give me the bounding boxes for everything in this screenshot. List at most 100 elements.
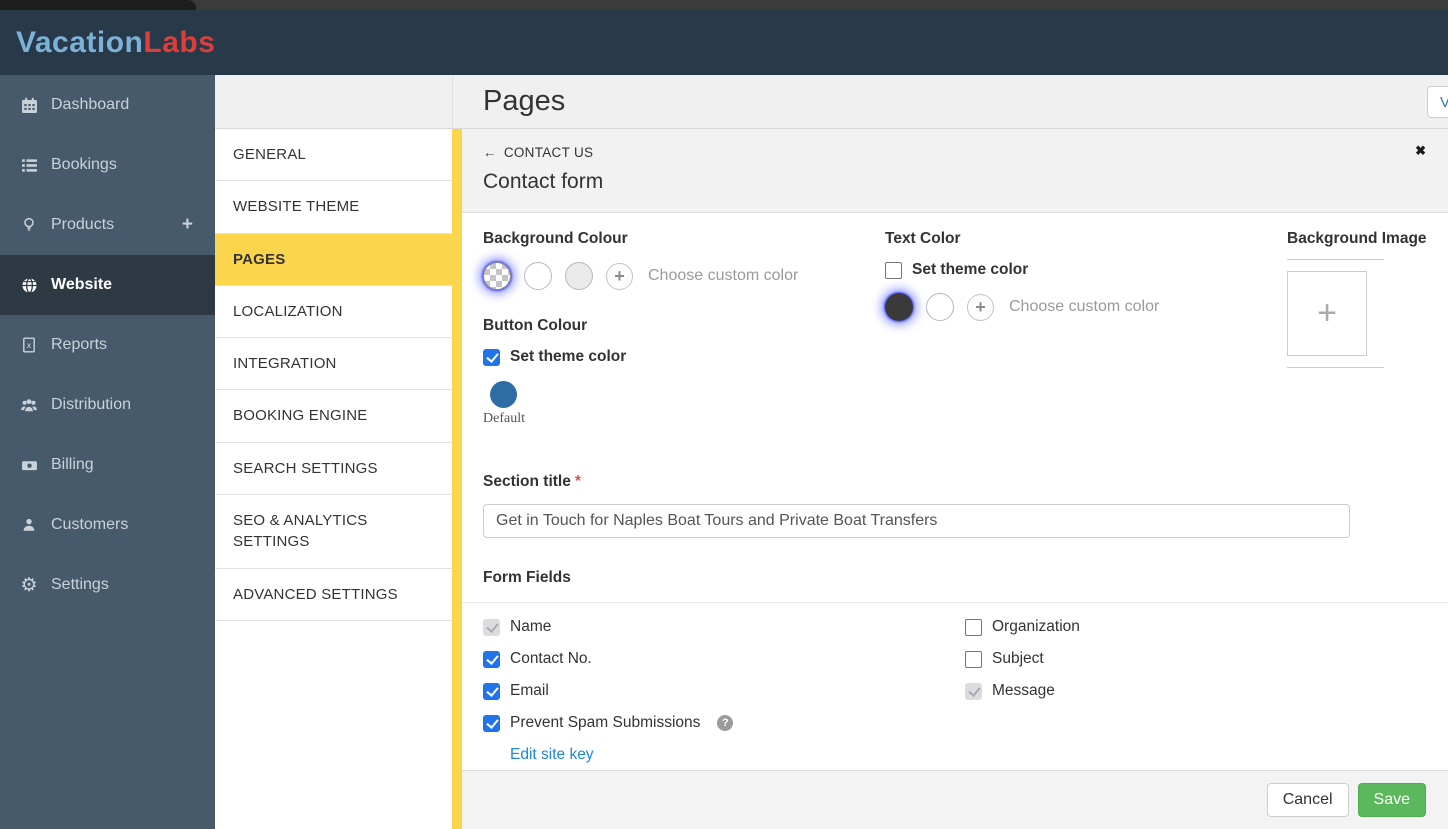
view-website-button[interactable]: V — [1427, 86, 1448, 118]
view-website-label: V — [1440, 93, 1448, 111]
set-theme-color-checkbox[interactable] — [885, 261, 902, 279]
field-row-prevent-spam: Prevent Spam Submissions ? — [483, 714, 965, 732]
button-colour-label: Button Colour — [483, 317, 588, 334]
section-title-label: Section title * — [483, 473, 581, 490]
plus-icon: + — [1317, 294, 1337, 332]
cancel-button[interactable]: Cancel — [1266, 783, 1349, 817]
logo-text-vacation: Vacation — [16, 25, 144, 59]
tab-label: SEARCH SETTINGS — [233, 459, 378, 477]
add-product-icon[interactable]: + — [182, 214, 199, 236]
tab-label: SEO & ANALYTICS SETTINGS — [233, 512, 368, 551]
contact-no-checkbox[interactable] — [483, 650, 500, 668]
swatch-dark[interactable] — [885, 293, 913, 321]
text-color-swatches: + Choose custom color — [885, 293, 1287, 321]
globe-icon — [16, 277, 42, 294]
field-row-message: Message — [965, 682, 1080, 700]
close-icon[interactable]: ✖ — [1415, 143, 1426, 159]
panel-title: Contact form — [483, 170, 604, 193]
choose-custom-color-label[interactable]: Choose custom color — [1009, 298, 1159, 316]
browser-tab-edge — [0, 0, 196, 10]
sidebar-item-label: Website — [51, 276, 113, 293]
field-label: Subject — [992, 650, 1044, 667]
choose-custom-color-label[interactable]: Choose custom color — [648, 267, 798, 285]
divider — [462, 602, 1448, 603]
field-label: Message — [992, 682, 1055, 699]
tab-seo-analytics-settings[interactable]: SEO & ANALYTICS SETTINGS — [215, 495, 452, 569]
list-icon — [16, 157, 42, 174]
tab-pages[interactable]: PAGES — [215, 233, 452, 286]
report-file-icon: x — [16, 337, 42, 353]
section-title-input[interactable] — [483, 504, 1350, 538]
money-icon — [16, 457, 42, 474]
background-colour-swatches: + Choose custom color — [483, 262, 885, 290]
sidebar-item-website[interactable]: Website — [0, 255, 215, 315]
accent-stripe — [452, 75, 462, 829]
tab-website-theme[interactable]: WEBSITE THEME — [215, 181, 452, 234]
back-to-contact-us-link[interactable]: ← CONTACT US — [483, 145, 593, 160]
field-label: Name — [510, 618, 552, 635]
field-row-organization: Organization — [965, 618, 1080, 636]
theme-default-color-swatch[interactable] — [490, 381, 517, 408]
swatch-white[interactable] — [524, 262, 552, 290]
organization-checkbox[interactable] — [965, 618, 982, 636]
sidebar-item-label: Reports — [51, 336, 108, 353]
tab-label: BOOKING ENGINE — [233, 407, 368, 425]
tab-localization[interactable]: LOCALIZATION — [215, 285, 452, 339]
tab-label: ADVANCED SETTINGS — [233, 585, 398, 603]
tab-label: WEBSITE THEME — [233, 198, 360, 216]
add-color-icon[interactable]: + — [606, 262, 633, 290]
sidebar-item-label: Products — [51, 216, 115, 233]
tab-booking-engine[interactable]: BOOKING ENGINE — [215, 390, 452, 443]
back-label: CONTACT US — [503, 145, 594, 160]
background-image-label: Background Image — [1287, 230, 1427, 247]
contact-form-editor: Background Colour + Choose custom color … — [462, 213, 1448, 770]
sidebar-item-label: Distribution — [51, 396, 132, 413]
required-asterisk: * — [574, 473, 581, 490]
sidebar-item-products[interactable]: Products + — [0, 195, 215, 255]
sidebar-item-label: Bookings — [51, 156, 117, 173]
swatch-transparent[interactable] — [483, 262, 511, 290]
field-label: Email — [510, 682, 549, 699]
sidebar-item-customers[interactable]: Customers — [0, 495, 215, 555]
text-color-set-theme-row: Set theme color — [885, 261, 1287, 279]
top-bar: VacationLabs — [0, 10, 1448, 75]
tab-advanced-settings[interactable]: ADVANCED SETTINGS — [215, 568, 452, 621]
contact-form-panel-header: ← CONTACT US Contact form ✖ — [462, 129, 1448, 213]
sidebar-item-billing[interactable]: Billing — [0, 435, 215, 495]
help-icon[interactable]: ? — [717, 715, 734, 731]
website-submenu: GENERAL WEBSITE THEME PAGES LOCALIZATION… — [215, 75, 452, 829]
vacationlabs-logo[interactable]: VacationLabs — [16, 26, 215, 60]
main-sidebar: Dashboard Bookings Products + Website x … — [0, 75, 215, 829]
set-theme-color-label: Set theme color — [912, 261, 1029, 278]
sidebar-item-settings[interactable]: ⚙ Settings — [0, 555, 215, 615]
set-theme-color-checkbox[interactable] — [483, 348, 500, 366]
back-arrow-icon: ← — [483, 145, 497, 160]
add-color-icon[interactable]: + — [967, 293, 994, 321]
tab-search-settings[interactable]: SEARCH SETTINGS — [215, 442, 452, 496]
swatch-white[interactable] — [926, 293, 954, 321]
name-checkbox — [483, 618, 500, 636]
button-colour-set-theme-row: Set theme color — [483, 348, 885, 366]
sidebar-item-reports[interactable]: x Reports — [0, 315, 215, 375]
logo-text-labs: Labs — [143, 25, 216, 59]
sidebar-item-label: Settings — [51, 576, 109, 593]
tab-integration[interactable]: INTEGRATION — [215, 338, 452, 391]
sidebar-item-label: Billing — [51, 456, 94, 473]
sidebar-item-distribution[interactable]: Distribution — [0, 375, 215, 435]
text-color-label: Text Color — [885, 230, 961, 247]
stripe-header-spacer — [452, 75, 462, 129]
edit-site-key-link[interactable]: Edit site key — [510, 746, 594, 764]
field-label: Contact No. — [510, 650, 592, 667]
tab-general[interactable]: GENERAL — [215, 129, 452, 182]
sidebar-item-dashboard[interactable]: Dashboard — [0, 75, 215, 135]
subject-checkbox[interactable] — [965, 650, 982, 668]
sidebar-item-label: Customers — [51, 516, 129, 533]
background-image-upload[interactable]: + — [1287, 271, 1367, 356]
calendar-icon — [16, 97, 42, 114]
swatch-light-gray[interactable] — [565, 262, 593, 290]
email-checkbox[interactable] — [483, 682, 500, 700]
field-label: Organization — [992, 618, 1080, 635]
prevent-spam-checkbox[interactable] — [483, 714, 500, 732]
sidebar-item-bookings[interactable]: Bookings — [0, 135, 215, 195]
save-button[interactable]: Save — [1357, 783, 1426, 817]
